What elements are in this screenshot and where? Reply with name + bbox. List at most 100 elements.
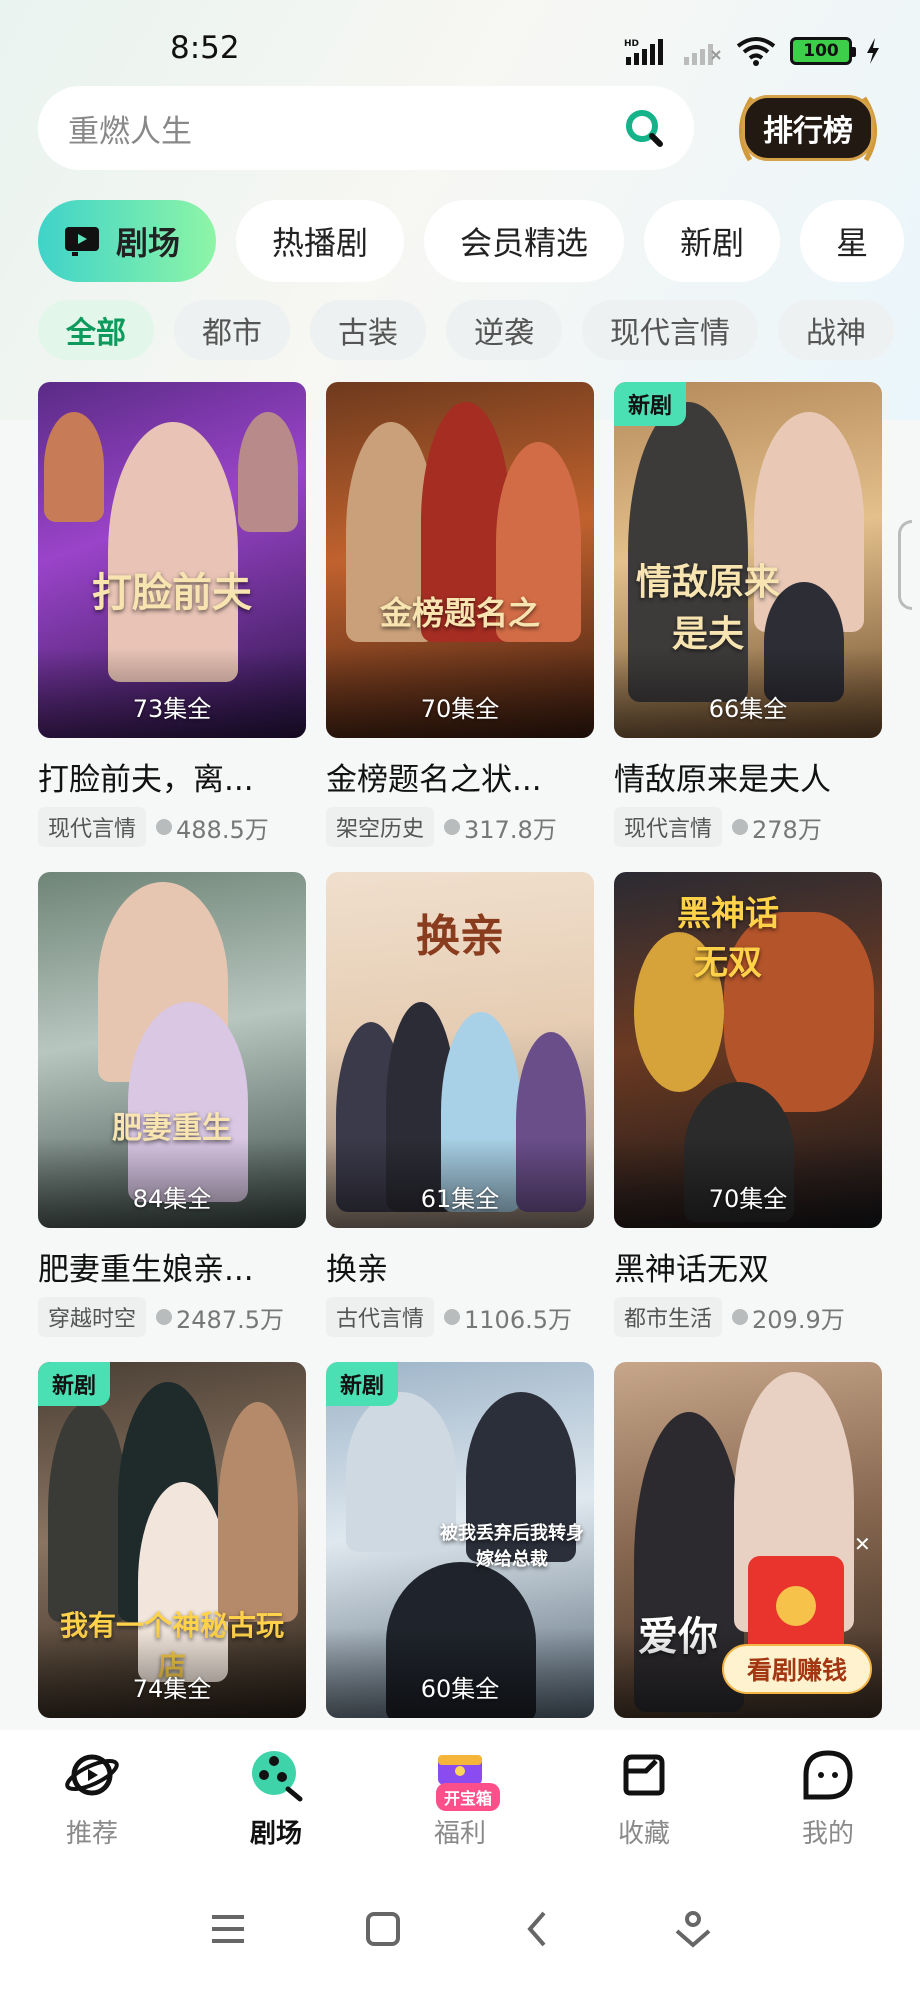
new-badge: 新剧 xyxy=(326,1362,399,1406)
tab-label: 星 xyxy=(836,224,869,262)
nav-theater[interactable]: 剧场 xyxy=(206,1747,346,1850)
view-count-value: 2487.5万 xyxy=(176,1305,284,1334)
episode-count: 70集全 xyxy=(708,1185,788,1213)
assistant-icon[interactable] xyxy=(673,1909,713,1949)
drama-card[interactable]: 金榜题名之 70集全 金榜题名之状... 架空历史 317.8万 xyxy=(326,382,594,847)
tab-more[interactable]: 星 xyxy=(800,200,905,282)
ranking-button[interactable]: 排行榜 xyxy=(730,90,886,166)
drama-card[interactable]: 新剧 情敌原来是夫 66集全 情敌原来是夫人 现代言情 278万 xyxy=(614,382,882,847)
drama-card[interactable]: 打脸前夫 73集全 打脸前夫，离... 现代言情 488.5万 xyxy=(38,382,306,847)
drama-poster[interactable]: 新剧 我有一个神秘古玩店 74集全 xyxy=(38,1362,306,1718)
home-icon[interactable] xyxy=(363,1909,403,1949)
back-icon[interactable] xyxy=(518,1909,558,1949)
drama-title[interactable]: 金榜题名之状... xyxy=(326,754,594,799)
system-navigation xyxy=(0,1866,920,1992)
view-count-value: 209.9万 xyxy=(752,1305,845,1334)
drama-poster[interactable]: 肥妻重生 84集全 xyxy=(38,872,306,1228)
drama-title[interactable]: 肥妻重生娘亲... xyxy=(38,1244,306,1289)
nav-favorites[interactable]: 收藏 xyxy=(574,1747,714,1850)
filter-urban[interactable]: 都市 xyxy=(174,300,290,360)
poster-title: 金榜题名之 xyxy=(379,594,540,633)
drama-poster[interactable]: 新剧 被我丢弃后我转身嫁给总裁 60集全 xyxy=(326,1362,594,1718)
search-icon[interactable] xyxy=(614,98,674,158)
poster-title: 情敌原来是夫 xyxy=(635,560,780,655)
status-bar: 8:52 HD 100 xyxy=(0,0,920,84)
genre-tag: 现代言情 xyxy=(38,807,147,847)
poster-title: 被我丢弃后我转身嫁给总裁 xyxy=(440,1522,584,1570)
nav-profile[interactable]: 我的 xyxy=(758,1747,898,1850)
play-icon xyxy=(444,1309,461,1325)
ranking-label[interactable]: 排行榜 xyxy=(742,95,874,161)
drama-title[interactable]: 情敌原来是夫人 xyxy=(614,754,882,799)
filter-costume[interactable]: 古装 xyxy=(310,300,426,360)
view-count-value: 317.8万 xyxy=(464,815,557,844)
drama-poster[interactable]: 打脸前夫 73集全 xyxy=(38,382,306,738)
drama-card[interactable]: 肥妻重生 84集全 肥妻重生娘亲... 穿越时空 2487.5万 xyxy=(38,872,306,1337)
poster-title: 打脸前夫 xyxy=(92,569,252,616)
drama-meta: 都市生活 209.9万 xyxy=(614,1297,882,1337)
episode-count: 66集全 xyxy=(708,695,788,723)
earn-money-float[interactable]: ✕ 看剧赚钱 xyxy=(722,1532,872,1696)
filter-war-god[interactable]: 战神 xyxy=(778,300,894,360)
tv-icon xyxy=(65,227,99,256)
play-icon xyxy=(156,819,173,835)
poster-figure xyxy=(44,412,104,522)
drama-card[interactable]: 黑神话无双 70集全 黑神话无双 都市生活 209.9万 xyxy=(614,872,882,1337)
genre-tag: 穿越时空 xyxy=(38,1297,147,1337)
view-count-value: 1106.5万 xyxy=(464,1305,572,1334)
treasure-chest-icon: 开宝箱 xyxy=(432,1747,501,1811)
tab-label: 剧场 xyxy=(116,224,181,262)
filter-all[interactable]: 全部 xyxy=(38,300,154,360)
nav-recommend[interactable]: 推荐 xyxy=(22,1747,162,1850)
drama-poster[interactable]: 新剧 情敌原来是夫 66集全 xyxy=(614,382,882,738)
drama-title[interactable]: 打脸前夫，离... xyxy=(38,754,306,799)
filter-comeback[interactable]: 逆袭 xyxy=(446,300,562,360)
drama-card[interactable]: 换亲 61集全 换亲 古代言情 1106.5万 xyxy=(326,872,594,1337)
planet-icon xyxy=(64,1747,120,1803)
tab-hot[interactable]: 热播剧 xyxy=(236,200,405,282)
new-badge: 新剧 xyxy=(614,382,687,426)
chest-badge: 开宝箱 xyxy=(436,1782,501,1811)
drama-poster[interactable]: 金榜题名之 70集全 xyxy=(326,382,594,738)
close-icon[interactable]: ✕ xyxy=(854,1532,871,1556)
view-count: 209.9万 xyxy=(732,1300,845,1335)
status-icons: HD 100 xyxy=(624,36,880,66)
red-envelope-icon xyxy=(748,1556,844,1656)
menu-icon[interactable] xyxy=(208,1909,248,1949)
search-placeholder[interactable]: 重燃人生 xyxy=(68,106,614,151)
poster-title: 黑神话无双 xyxy=(677,894,779,984)
view-count: 1106.5万 xyxy=(444,1300,572,1335)
tab-new[interactable]: 新剧 xyxy=(644,200,781,282)
search-bar[interactable]: 重燃人生 xyxy=(38,86,694,170)
genre-tag: 现代言情 xyxy=(614,807,723,847)
nav-welfare[interactable]: 开宝箱 福利 xyxy=(390,1747,530,1850)
episode-count: 60集全 xyxy=(420,1675,500,1703)
drama-meta: 现代言情 488.5万 xyxy=(38,807,306,847)
drama-meta: 穿越时空 2487.5万 xyxy=(38,1297,306,1337)
view-count: 317.8万 xyxy=(444,810,557,845)
filter-modern-romance[interactable]: 现代言情 xyxy=(582,300,758,360)
view-count: 2487.5万 xyxy=(156,1300,284,1335)
drama-poster[interactable]: 换亲 61集全 xyxy=(326,872,594,1228)
earn-money-button[interactable]: 看剧赚钱 xyxy=(722,1644,872,1694)
drama-meta: 古代言情 1106.5万 xyxy=(326,1297,594,1337)
poster-figure xyxy=(48,1402,128,1622)
drama-meta: 现代言情 278万 xyxy=(614,807,882,847)
nav-label: 我的 xyxy=(801,1818,854,1849)
folder-icon xyxy=(616,1747,672,1803)
genre-tag: 架空历史 xyxy=(326,807,435,847)
category-tabs: 剧场 热播剧 会员精选 新剧 星 xyxy=(38,200,905,284)
episode-count: 84集全 xyxy=(132,1185,212,1213)
tab-label: 新剧 xyxy=(680,224,745,262)
tab-vip[interactable]: 会员精选 xyxy=(424,200,625,282)
side-drawer-handle[interactable] xyxy=(898,520,912,610)
view-count-value: 278万 xyxy=(752,815,822,844)
drama-title[interactable]: 换亲 xyxy=(326,1244,594,1289)
drama-poster[interactable]: 黑神话无双 70集全 xyxy=(614,872,882,1228)
tab-label: 热播剧 xyxy=(272,224,369,262)
tab-theater[interactable]: 剧场 xyxy=(38,200,217,282)
drama-title[interactable]: 黑神话无双 xyxy=(614,1244,882,1289)
poster-figure xyxy=(218,1402,298,1622)
play-icon xyxy=(444,819,461,835)
nav-label: 剧场 xyxy=(249,1818,302,1849)
